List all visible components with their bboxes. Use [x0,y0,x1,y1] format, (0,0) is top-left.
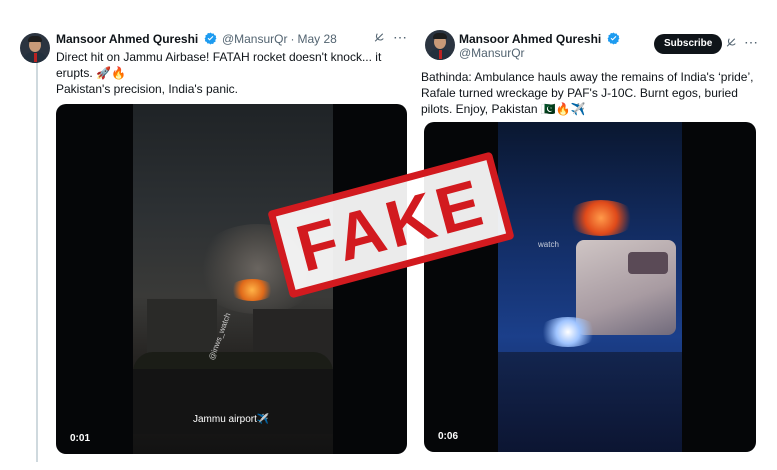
author-handle[interactable]: @MansurQr [222,32,288,46]
tweet-text-line: Bathinda: Ambulance hauls away the remai… [421,70,754,84]
more-icon[interactable]: ⋯ [744,34,758,51]
verified-badge-icon [607,32,620,48]
avatar[interactable] [425,30,455,60]
tweet-text-line: Rafale turned wreckage by PAF's J-10C. B… [421,86,738,100]
tweet-header: Mansoor Ahmed Qureshi @MansurQr · May 28 [56,32,337,48]
tweet-text-line: Pakistan's precision, India's panic. [56,82,239,96]
video-caption: Jammu airport✈️ [193,414,270,425]
tweet-text-line: Direct hit on Jammu Airbase! FATAH rocke… [56,50,382,64]
tweet-text-line: pilots. Enjoy, Pakistan 🇵🇰🔥✈️ [421,102,586,116]
grok-icon[interactable] [725,36,738,52]
tweet-text: Bathinda: Ambulance hauls away the remai… [421,69,753,117]
tweet-text-line: erupts. 🚀🔥 [56,66,126,80]
grok-icon[interactable] [373,31,386,47]
more-icon[interactable]: ⋯ [393,29,407,46]
author-handle-row: @MansurQr [459,46,525,60]
verified-badge-icon [204,32,217,48]
avatar[interactable] [20,33,50,63]
separator: · [290,32,295,46]
author-handle[interactable]: @MansurQr [459,46,525,60]
tweet-date[interactable]: May 28 [297,32,336,46]
subscribe-button[interactable]: Subscribe [654,34,723,54]
video-timestamp: 0:01 [70,433,91,444]
video-timestamp: 0:06 [438,431,459,442]
video-watermark: watch [538,240,559,249]
thread-line [36,62,38,462]
author-name[interactable]: Mansoor Ahmed Qureshi [56,32,198,46]
author-name[interactable]: Mansoor Ahmed Qureshi [459,32,601,46]
video-frame: watch [498,122,682,452]
tweet-text: Direct hit on Jammu Airbase! FATAH rocke… [56,49,381,97]
